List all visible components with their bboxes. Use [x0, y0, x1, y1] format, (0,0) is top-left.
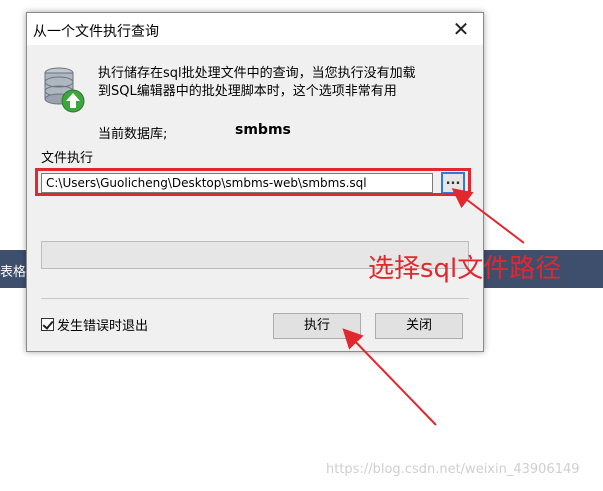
- exit-on-error-label: 发生错误时退出: [57, 319, 149, 334]
- watermark: https://blog.csdn.net/weixin_43906149: [326, 462, 580, 477]
- database-icon: [44, 67, 85, 113]
- file-path-input[interactable]: [41, 173, 433, 193]
- close-icon[interactable]: ✕: [439, 13, 483, 45]
- current-database-label: 当前数据库;: [98, 127, 168, 142]
- divider: [41, 298, 469, 299]
- current-database-value: smbms: [235, 122, 291, 138]
- exit-on-error-option[interactable]: 发生错误时退出: [41, 315, 148, 334]
- close-button[interactable]: 关闭: [375, 313, 463, 339]
- file-execute-label: 文件执行: [41, 151, 94, 166]
- dialog-titlebar: 从一个文件执行查询 ✕: [27, 13, 483, 45]
- execute-button[interactable]: 执行: [273, 313, 361, 339]
- exit-on-error-checkbox[interactable]: [41, 318, 54, 331]
- dialog-description: 执行储存在sql批处理文件中的查询，当您执行没有加载 到SQL编辑器中的批处理脚…: [98, 65, 468, 101]
- annotation-text: 选择sql文件路径: [368, 254, 562, 284]
- dialog-title: 从一个文件执行查询: [33, 24, 159, 40]
- run-sql-file-dialog: 从一个文件执行查询 ✕ 执行储存在sql批处理文件中的查询，当您执行没有加载 到…: [26, 12, 484, 352]
- description-line-1: 执行储存在sql批处理文件中的查询，当您执行没有加载: [98, 66, 416, 81]
- browse-button[interactable]: ...: [441, 172, 465, 194]
- background-tab-label: 表格: [0, 265, 27, 280]
- description-line-2: 到SQL编辑器中的批处理脚本时，这个选项非常有用: [98, 84, 397, 99]
